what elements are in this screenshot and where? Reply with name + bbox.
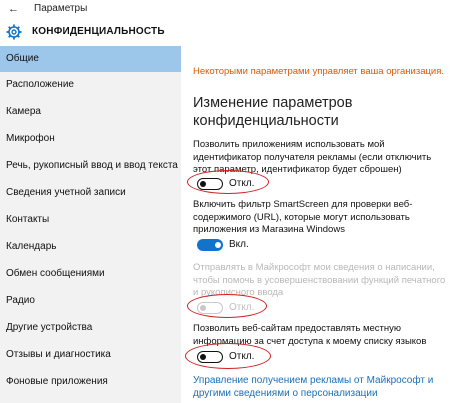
page-header: КОНФИДЕНЦИАЛЬНОСТЬ bbox=[0, 19, 450, 46]
gear-icon bbox=[6, 24, 22, 40]
smartscreen-state: Вкл. bbox=[229, 239, 249, 250]
annotation-circle bbox=[187, 294, 267, 318]
sidebar-item-background-apps[interactable]: Фоновые приложения bbox=[0, 369, 181, 395]
sidebar-item-speech-inking[interactable]: Речь, рукописный ввод и ввод текста bbox=[0, 153, 181, 179]
annotation-circle bbox=[185, 343, 271, 369]
sidebar-item-radios[interactable]: Радио bbox=[0, 288, 181, 314]
sidebar-item-general[interactable]: Общие bbox=[0, 46, 181, 72]
back-arrow-icon[interactable]: ← bbox=[8, 2, 19, 16]
page-title: КОНФИДЕНЦИАЛЬНОСТЬ bbox=[32, 26, 165, 37]
main-content: Некоторыми параметрами управляет ваша ор… bbox=[181, 46, 450, 403]
sidebar-item-other-devices[interactable]: Другие устройства bbox=[0, 315, 181, 341]
ad-personalization-link[interactable]: Управление получением рекламы от Майкрос… bbox=[193, 374, 450, 400]
sidebar-item-account-info[interactable]: Сведения учетной записи bbox=[0, 180, 181, 206]
smartscreen-toggle[interactable] bbox=[197, 239, 223, 251]
annotation-circle bbox=[187, 170, 269, 194]
toggle-knob bbox=[215, 242, 221, 248]
window-title: Параметры bbox=[34, 3, 88, 14]
sidebar: Общие Расположение Камера Микрофон Речь,… bbox=[0, 46, 181, 403]
sidebar-item-microphone[interactable]: Микрофон bbox=[0, 126, 181, 152]
sidebar-item-messaging[interactable]: Обмен сообщениями bbox=[0, 261, 181, 287]
sidebar-item-contacts[interactable]: Контакты bbox=[0, 207, 181, 233]
sidebar-item-feedback-diagnostics[interactable]: Отзывы и диагностика bbox=[0, 342, 181, 368]
smartscreen-description: Включить фильтр SmartScreen для проверки… bbox=[193, 199, 413, 235]
sidebar-item-location[interactable]: Расположение bbox=[0, 72, 181, 98]
section-heading: Изменение параметров конфиденциальности bbox=[193, 95, 353, 129]
sidebar-item-calendar[interactable]: Календарь bbox=[0, 234, 181, 260]
title-bar: ← Параметры bbox=[0, 0, 450, 19]
sidebar-item-camera[interactable]: Камера bbox=[0, 99, 181, 125]
org-managed-note: Некоторыми параметрами управляет ваша ор… bbox=[193, 66, 445, 77]
